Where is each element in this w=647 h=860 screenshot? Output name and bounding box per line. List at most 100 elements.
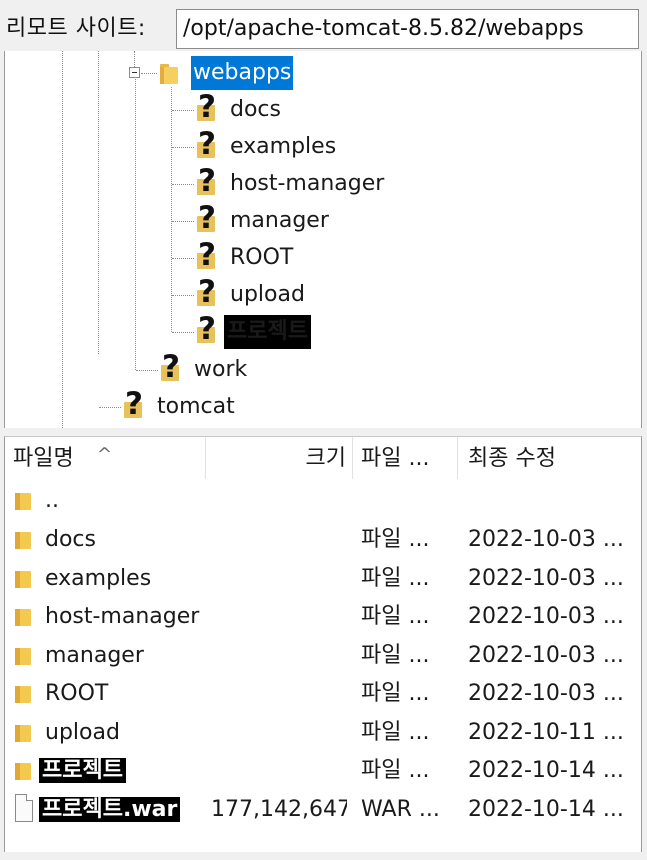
file-modified: 2022-10-03 ...: [468, 604, 624, 629]
tree-node-label: examples: [230, 134, 337, 159]
file-size: [211, 559, 347, 597]
tree-connector: [141, 73, 157, 74]
file-icon: [15, 794, 33, 822]
file-row[interactable]: host-manager 파일 ... 2022-10-03 ...: [5, 597, 641, 635]
file-row[interactable]: 프로젝트.war 177,142,647 WAR ... 2022-10-14 …: [5, 790, 641, 828]
column-header-label: 파일 ...: [361, 446, 430, 471]
unknown-folder-icon: ?: [197, 200, 216, 236]
file-row[interactable]: ROOT 파일 ... 2022-10-03 ...: [5, 674, 641, 712]
file-name: ..: [45, 488, 59, 513]
file-modified: 2022-10-03 ...: [468, 527, 624, 552]
tree-connector: [172, 258, 194, 259]
column-header-size[interactable]: 크기: [206, 437, 353, 479]
file-size: [211, 674, 347, 712]
tree-node-label: ROOT: [230, 245, 294, 270]
tree-node-label: tomcat: [157, 394, 235, 419]
unknown-folder-icon: ?: [197, 311, 216, 347]
file-name: ROOT: [45, 681, 109, 706]
folder-icon: [158, 56, 186, 90]
tree-connector: [99, 407, 121, 408]
file-name: manager: [45, 643, 144, 668]
collapse-toggle-icon[interactable]: [129, 67, 140, 78]
file-row[interactable]: manager 파일 ... 2022-10-03 ...: [5, 636, 641, 674]
file-row-parent[interactable]: ..: [5, 481, 641, 519]
file-row[interactable]: upload 파일 ... 2022-10-11 ...: [5, 713, 641, 751]
remote-file-list[interactable]: 파일명 ^ 크기 파일 ... 최종 수정 .. docs 파일 ... 202…: [4, 436, 642, 852]
panel-splitter[interactable]: [0, 428, 647, 436]
file-size: [211, 597, 347, 635]
file-size: 177,142,647: [211, 797, 347, 822]
file-type: 파일 ...: [361, 643, 430, 668]
tree-connector: [136, 370, 158, 371]
folder-icon: [13, 721, 33, 743]
folder-icon: [13, 567, 33, 589]
file-modified: 2022-10-03 ...: [468, 681, 624, 706]
unknown-folder-icon: ?: [197, 237, 216, 273]
file-size: [211, 636, 347, 674]
tree-guide-line: [135, 79, 136, 370]
file-row[interactable]: 프로젝트 파일 ... 2022-10-14 ...: [5, 751, 641, 789]
unknown-folder-icon: ?: [197, 274, 216, 310]
tree-node-label: docs: [230, 97, 281, 122]
column-header-type[interactable]: 파일 ...: [353, 437, 458, 479]
remote-site-bar: 리모트 사이트: /opt/apache-tomcat-8.5.82/webap…: [0, 0, 647, 50]
file-name-text: 프로젝트.war: [39, 797, 181, 822]
remote-site-label: 리모트 사이트:: [6, 16, 146, 41]
file-name: 프로젝트: [39, 751, 205, 789]
file-type: 파일 ...: [361, 758, 430, 783]
file-name: examples: [45, 566, 152, 591]
tree-connector: [172, 332, 194, 333]
folder-icon: [13, 682, 33, 704]
file-name: host-manager: [45, 604, 200, 629]
folder-icon: [13, 489, 33, 511]
remote-directory-tree[interactable]: webapps ? docs ? examples ? host-manager…: [4, 51, 642, 428]
column-header-label: 크기: [305, 446, 346, 471]
tree-node-label: work: [194, 357, 248, 382]
file-modified: 2022-10-03 ...: [468, 643, 624, 668]
file-type: 파일 ...: [361, 681, 430, 706]
column-header-name[interactable]: 파일명 ^: [5, 437, 206, 479]
tree-guide-line: [62, 51, 63, 428]
unknown-folder-icon: ?: [161, 349, 180, 385]
file-name: upload: [45, 720, 120, 745]
file-row[interactable]: examples 파일 ... 2022-10-03 ...: [5, 559, 641, 597]
folder-icon: [13, 759, 33, 781]
column-header-modified[interactable]: 최종 수정: [458, 437, 641, 479]
file-type: 파일 ...: [361, 604, 430, 629]
remote-path-input[interactable]: /opt/apache-tomcat-8.5.82/webapps: [176, 9, 639, 49]
tree-connector: [172, 147, 194, 148]
folder-icon: [13, 644, 33, 666]
folder-icon: [13, 528, 33, 550]
file-name: 프로젝트.war: [39, 790, 211, 828]
file-name-text: 프로젝트: [39, 758, 126, 783]
file-modified: 2022-10-11 ...: [468, 720, 624, 745]
tree-connector: [172, 221, 194, 222]
tree-node-label: 프로젝트: [224, 315, 311, 349]
unknown-folder-icon: ?: [197, 89, 216, 125]
file-row[interactable]: docs 파일 ... 2022-10-03 ...: [5, 520, 641, 558]
tree-node-label: upload: [230, 282, 305, 307]
file-modified: 2022-10-03 ...: [468, 566, 624, 591]
tree-connector: [172, 295, 194, 296]
file-type: WAR ...: [361, 797, 440, 822]
unknown-folder-icon: ?: [197, 126, 216, 162]
folder-icon: [13, 605, 33, 627]
file-name: docs: [45, 527, 96, 552]
tree-node-label: manager: [230, 208, 329, 233]
file-modified: 2022-10-14 ...: [468, 797, 624, 822]
file-type: 파일 ...: [361, 566, 430, 591]
tree-node-label: host-manager: [230, 171, 385, 196]
unknown-folder-icon: ?: [197, 163, 216, 199]
file-size: [211, 713, 347, 751]
file-size: [211, 751, 347, 789]
tree-node-label: webapps: [191, 56, 294, 90]
sort-ascending-icon: ^: [97, 444, 113, 465]
unknown-folder-icon: ?: [124, 386, 143, 422]
file-list-header: 파일명 ^ 크기 파일 ... 최종 수정: [5, 437, 641, 479]
column-header-label: 파일명: [13, 446, 74, 471]
file-size: [211, 520, 347, 558]
tree-connector: [172, 184, 194, 185]
file-modified: 2022-10-14 ...: [468, 758, 624, 783]
tree-connector: [172, 110, 194, 111]
file-type: 파일 ...: [361, 527, 430, 552]
